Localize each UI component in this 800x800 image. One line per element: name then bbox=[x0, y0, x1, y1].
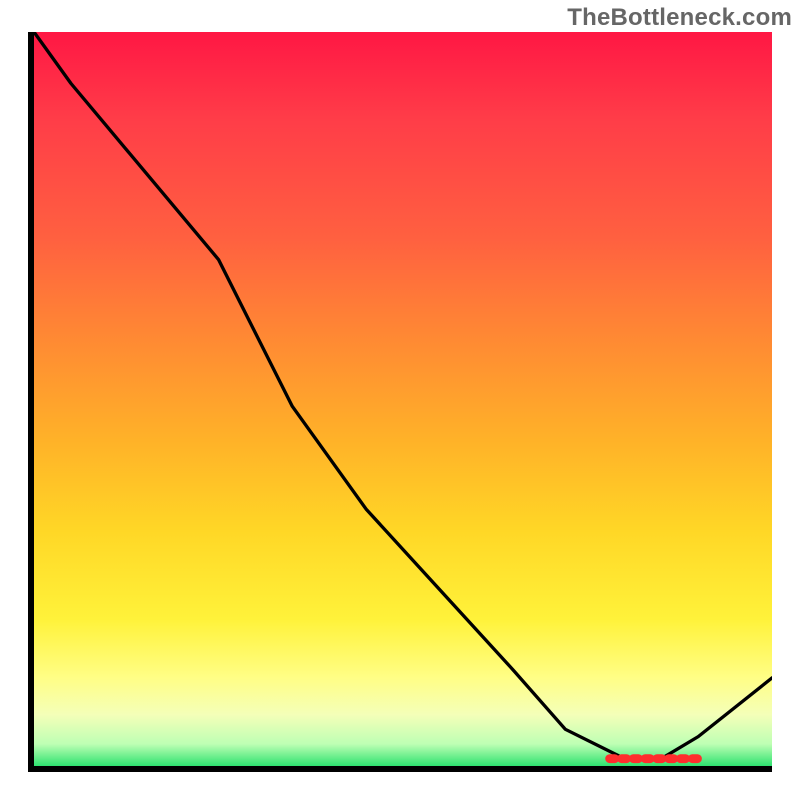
watermark-text: TheBottleneck.com bbox=[567, 4, 792, 32]
line-plot-svg bbox=[34, 32, 772, 766]
plot-area bbox=[28, 32, 772, 772]
chart-container: TheBottleneck.com bbox=[0, 0, 800, 800]
curve-path bbox=[34, 32, 772, 759]
